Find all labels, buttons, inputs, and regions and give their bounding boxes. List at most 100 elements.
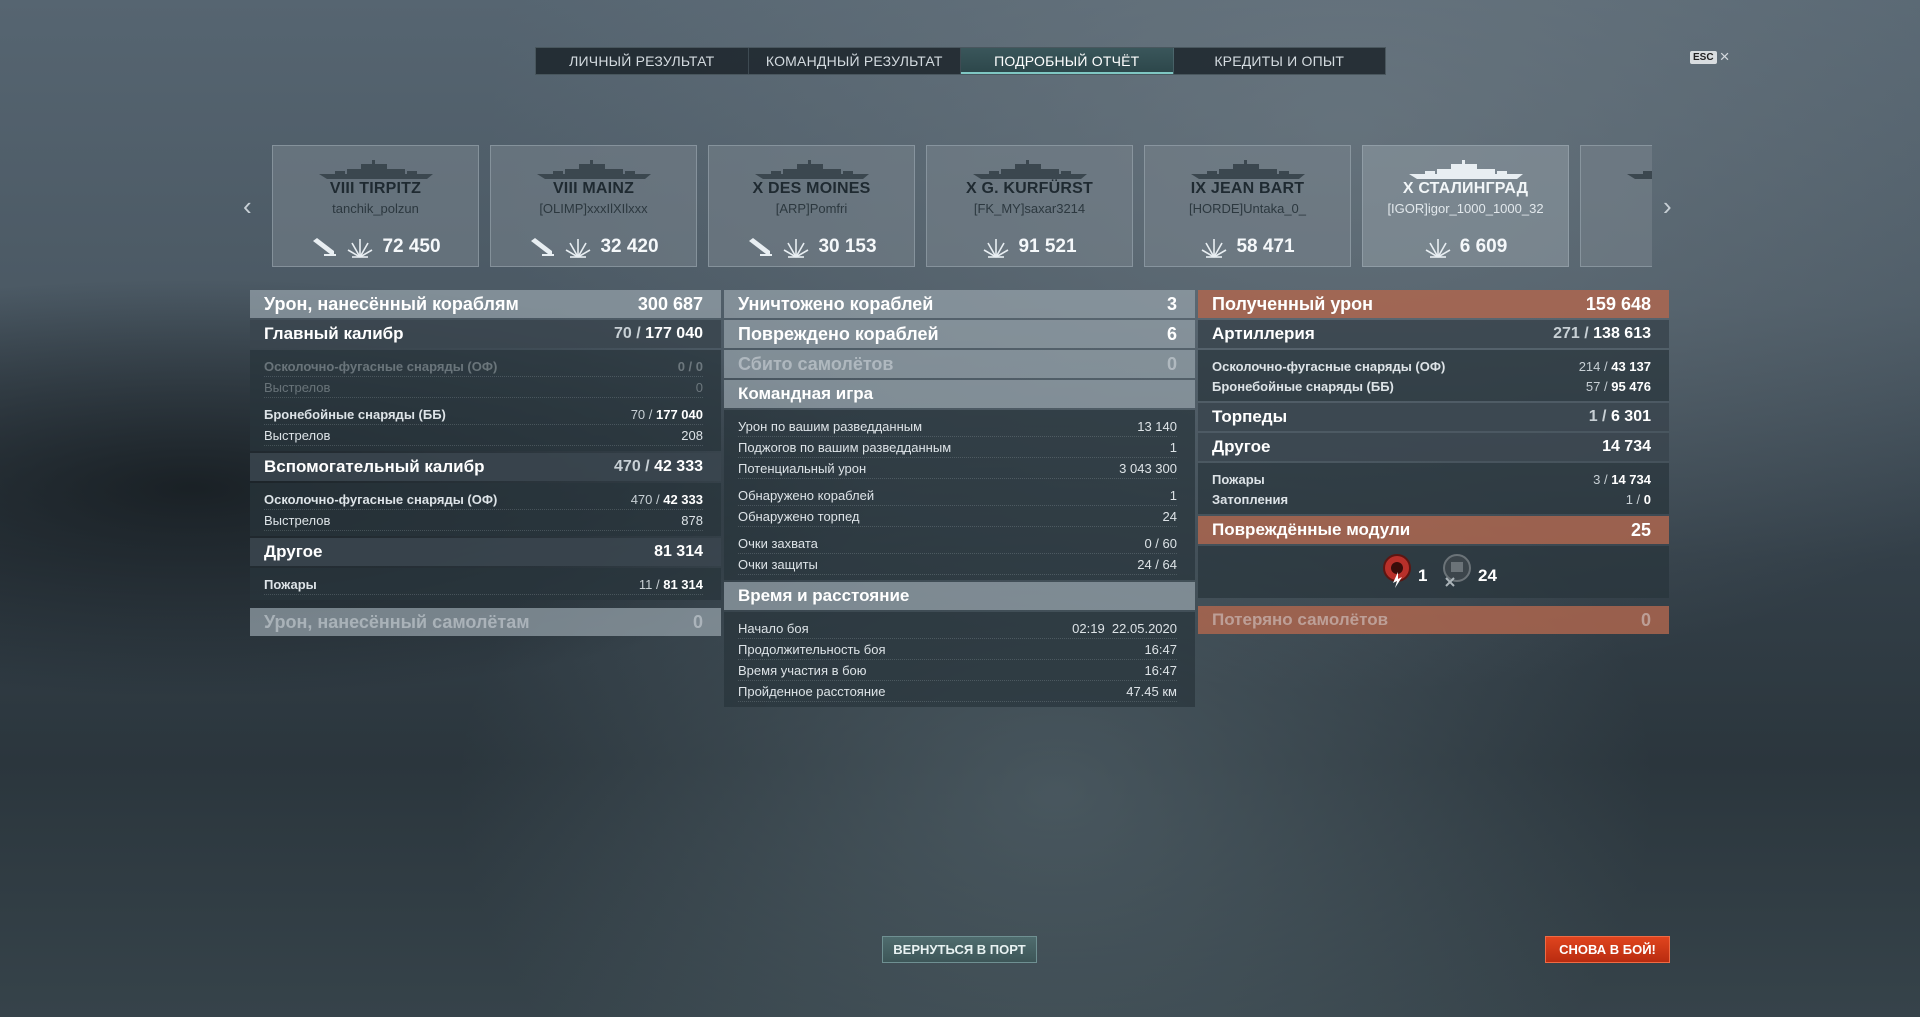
player-name: [OLIMP]xxxIlXIlxxx (539, 201, 648, 216)
battle-duration-value: 16:47 (1144, 641, 1177, 657)
ship-name: IX JEAN BART (1190, 180, 1305, 197)
distance-row: Пройденное расстояние 47.45 км (738, 681, 1177, 702)
floods-hits: 1 (1625, 491, 1633, 507)
tab-personal-result[interactable]: ЛИЧНЫЙ РЕЗУЛЬТАТ (536, 48, 749, 74)
secondary-header: Вспомогательный калибр 470 / 42 333 (250, 453, 721, 481)
ship-card[interactable]: X DES MOINES [ARP]Pomfri 30 153 (708, 145, 915, 267)
other-damage-section: Пожары 11 / 81 314 (250, 568, 721, 600)
other-received-label: Другое (1212, 437, 1271, 456)
ship-damage-score: 6 609 (1459, 236, 1508, 257)
ship-card[interactable]: [... (1580, 145, 1652, 267)
close-button[interactable]: ESC × (1690, 47, 1730, 66)
he-shots-label: Выстрелов (264, 379, 331, 395)
ap-shots-value: 208 (681, 427, 703, 443)
destroyed-header: Уничтожено кораблей 3 (724, 290, 1195, 318)
secondary-section: Осколочно-фугасные снаряды (ОФ) 470 / 42… (250, 483, 721, 536)
destroyed-value: 3 (1166, 293, 1177, 314)
sec-shots-value: 878 (681, 512, 703, 528)
modules-section: 1 24 (1198, 546, 1669, 598)
player-name: [IGOR]igor_1000_1000_32 (1387, 201, 1544, 216)
received-fires-label: Пожары (1212, 471, 1265, 487)
potential-damage-row: Потенциальный урон 3 043 300 (738, 458, 1177, 479)
engine-damage-item: 1 (1378, 550, 1427, 588)
tab-team-result[interactable]: КОМАНДНЫЙ РЕЗУЛЬТАТ (749, 48, 961, 74)
carousel-next-arrow-icon[interactable]: › (1663, 193, 1672, 219)
received-he-row: Осколочно-фугасные снаряды (ОФ) 214 / 43… (1212, 358, 1651, 374)
other-received-header: Другое 14 734 (1198, 433, 1669, 461)
close-icon: × (1719, 47, 1730, 66)
planes-shot-value: 0 (1166, 353, 1177, 374)
spotted-torps-label: Обнаружено торпед (738, 508, 860, 524)
received-value: 159 648 (1585, 293, 1651, 314)
modules-label: Повреждённые модули (1212, 520, 1411, 539)
ship-damage-score: 72 450 (382, 236, 441, 257)
other-received-value: 14 734 (1602, 438, 1651, 455)
spot-fires-row: Поджогов по вашим разведданным 1 (738, 437, 1177, 458)
distance-label: Пройденное расстояние (738, 683, 886, 699)
damage-planes-header: Урон, нанесённый самолётам 0 (250, 608, 721, 636)
ship-name: X G. KURFÜRST (965, 180, 1094, 197)
secondary-label: Вспомогательный калибр (264, 457, 485, 476)
battle-again-button[interactable]: СНОВА В БОЙ! (1545, 936, 1670, 963)
damaged-label: Повреждено кораблей (738, 323, 939, 344)
tab-credits-xp[interactable]: КРЕДИТЫ И ОПЫТ (1174, 48, 1386, 74)
modules-header: Повреждённые модули 25 (1198, 516, 1669, 544)
damage-ships-header: Урон, нанесённый кораблям 300 687 (250, 290, 721, 318)
player-name: tanchik_polzun (332, 201, 419, 216)
sec-he-value: 42 333 (663, 491, 703, 507)
ship-damage-score: 30 153 (818, 236, 877, 257)
floods-row: Затопления 1 / 0 (1212, 491, 1651, 507)
capture-points-value: 0 / 60 (1144, 535, 1177, 551)
ship-card[interactable]: VIII TIRPITZ tanchik_polzun 72 450 (272, 145, 479, 267)
spotted-ships-value: 1 (1169, 487, 1177, 503)
ship-damage-score: 58 471 (1236, 236, 1295, 257)
received-label: Полученный урон (1212, 293, 1373, 314)
player-name: [ARP]Pomfri (775, 201, 848, 216)
esc-key-label: ESC (1690, 50, 1717, 64)
ship-stats: 30 153 (709, 235, 914, 259)
planes-lost-label: Потеряно самолётов (1212, 610, 1389, 629)
ship-card[interactable]: X G. KURFÜRST [FK_MY]saxar3214 91 521 (926, 145, 1133, 267)
fires-dealt-value: 81 314 (663, 576, 703, 592)
received-he-hits: 214 (1578, 358, 1601, 374)
team-play-header: Командная игра (724, 380, 1195, 408)
ship-card[interactable]: VIII MAINZ [OLIMP]xxxIlXIlxxx 32 420 (490, 145, 697, 267)
engine-damage-count: 1 (1418, 566, 1428, 585)
main-caliber-section: Осколочно-фугасные снаряды (ОФ) 0 / 0 Вы… (250, 350, 721, 451)
ship-name: VIII TIRPITZ (329, 180, 422, 197)
turret-damage-item: 24 (1438, 550, 1497, 588)
ap-shots-label: Выстрелов (264, 427, 331, 443)
ship-stats (1581, 235, 1652, 259)
sec-he-label: Осколочно-фугасные снаряды (ОФ) (264, 491, 498, 507)
torpedoes-value: 6 301 (1610, 408, 1651, 425)
potential-damage-value: 3 043 300 (1119, 460, 1177, 476)
received-he-value: 43 137 (1611, 358, 1651, 374)
participation-time-value: 16:47 (1144, 662, 1177, 678)
time-distance-section: Начало боя 02:19 22.05.2020 Продолжитель… (724, 612, 1195, 707)
carousel-prev-arrow-icon[interactable]: ‹ (243, 193, 252, 219)
team-play-section: Урон по вашим разведданным 13 140 Поджог… (724, 410, 1195, 580)
ship-card[interactable]: IX JEAN BART [HORDE]Untaka_0_ 58 471 (1144, 145, 1351, 267)
secondary-value: 42 333 (654, 458, 703, 475)
time-distance-label: Время и расстояние (738, 586, 910, 605)
received-ap-label: Бронебойные снаряды (ББ) (1212, 378, 1394, 394)
spotted-torps-value: 24 (1162, 508, 1177, 524)
ship-card[interactable]: X СТАЛИНГРАД [IGOR]igor_1000_1000_32 6 609 (1362, 145, 1569, 267)
main-caliber-header: Главный калибр 70 / 177 040 (250, 320, 721, 348)
ship-silhouette-icon (537, 160, 651, 179)
main-caliber-hits: 70 (614, 325, 632, 342)
damage-ships-value: 300 687 (637, 293, 703, 314)
modules-value: 25 (1630, 519, 1651, 540)
spot-damage-value: 13 140 (1137, 418, 1177, 434)
tab-detailed-report[interactable]: ПОДРОБНЫЙ ОТЧЁТ (961, 48, 1174, 74)
turret-damage-count: 24 (1478, 566, 1497, 585)
received-ap-value: 95 476 (1611, 378, 1651, 394)
he-shells-row: Осколочно-фугасные снаряды (ОФ) 0 / 0 (264, 356, 703, 377)
ap-shells-label: Бронебойные снаряды (ББ) (264, 406, 446, 422)
other-damage-label: Другое (264, 542, 323, 561)
battle-start-value: 02:19 22.05.2020 (1072, 620, 1177, 636)
return-to-port-button[interactable]: ВЕРНУТЬСЯ В ПОРТ (882, 936, 1037, 963)
damage-received-panel: Полученный урон 159 648 Артиллерия 271 /… (1198, 290, 1669, 636)
torpedo-hit-icon (313, 238, 337, 256)
artillery-value: 138 613 (1593, 325, 1651, 342)
